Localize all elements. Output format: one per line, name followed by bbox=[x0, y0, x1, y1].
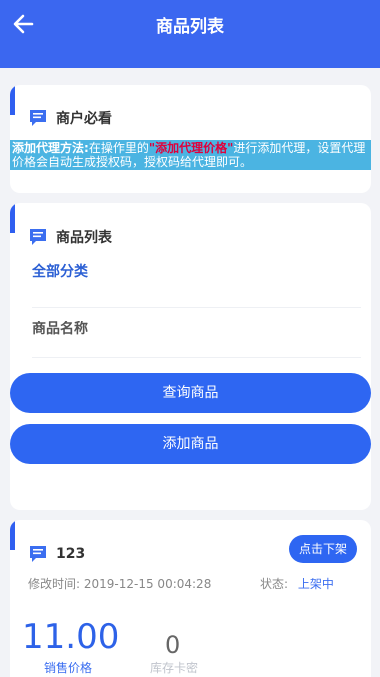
stock-label: 库存卡密 bbox=[150, 661, 199, 675]
top-bar: 商品列表 bbox=[0, 0, 380, 68]
delist-button[interactable]: 点击下架 bbox=[288, 535, 357, 563]
product-header: 123 bbox=[28, 544, 85, 564]
card-accent bbox=[10, 520, 15, 550]
query-products-button[interactable]: 查询商品 bbox=[10, 373, 371, 413]
list-header: 商品列表 bbox=[28, 227, 112, 247]
stock-count: 0 bbox=[165, 631, 181, 659]
status-label: 状态: bbox=[260, 577, 289, 591]
page-title: 商品列表 bbox=[156, 17, 224, 37]
status-value: 上架中 bbox=[297, 577, 334, 591]
divider bbox=[32, 357, 361, 358]
status: 状态: 上架中 bbox=[260, 575, 334, 592]
notice-text: 添加代理方法:在操作里的"添加代理价格"进行添加代理，设置代理价格会自动生成授权… bbox=[10, 140, 371, 170]
modified-value: 2019-12-15 00:04:28 bbox=[83, 577, 212, 591]
message-icon bbox=[30, 546, 46, 562]
add-product-button[interactable]: 添加商品 bbox=[10, 424, 371, 464]
product-name: 123 bbox=[56, 546, 86, 562]
product-name-input[interactable] bbox=[32, 321, 352, 337]
modified-time: 修改时间: 2019-12-15 00:04:28 bbox=[28, 575, 211, 592]
sale-price: 11.00 bbox=[22, 617, 120, 657]
category-select[interactable]: 全部分类 bbox=[32, 261, 88, 281]
message-icon bbox=[30, 110, 46, 126]
product-card: 123 点击下架 修改时间: 2019-12-15 00:04:28 状态: 上… bbox=[10, 520, 371, 677]
sale-price-label: 销售价格 bbox=[44, 661, 93, 675]
card-accent bbox=[10, 203, 15, 233]
notice-title: 商户必看 bbox=[56, 111, 112, 127]
notice-prefix: 添加代理方法: bbox=[12, 141, 89, 155]
modified-label: 修改时间: bbox=[28, 577, 81, 591]
list-title: 商品列表 bbox=[56, 230, 112, 246]
card-accent bbox=[10, 85, 15, 115]
notice-highlight: "添加代理价格" bbox=[148, 141, 234, 155]
notice-card: 商户必看 添加代理方法:在操作里的"添加代理价格"进行添加代理，设置代理价格会自… bbox=[10, 85, 371, 193]
message-icon bbox=[30, 229, 46, 245]
notice-header: 商户必看 bbox=[28, 108, 112, 128]
notice-text-1: 在操作里的 bbox=[88, 141, 149, 155]
divider bbox=[32, 307, 361, 308]
